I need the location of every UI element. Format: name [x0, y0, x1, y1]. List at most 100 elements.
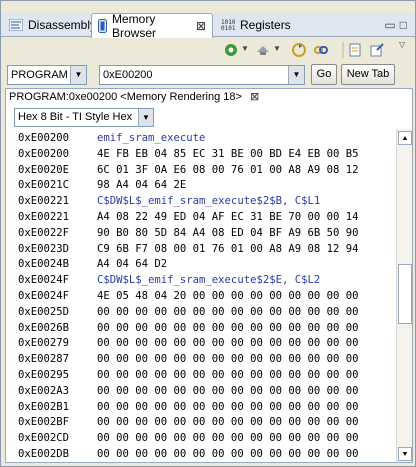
- memory-address: 0xE0020E: [18, 163, 70, 176]
- memory-address: 0xE0023D: [18, 242, 70, 255]
- memory-bytes: A4 08 22 49 ED 04 AF EC 31 BE 70 00 00 1…: [97, 210, 359, 223]
- memory-bytes: 6C 01 3F 0A E6 08 00 76 01 00 A8 A9 08 1…: [97, 163, 359, 176]
- svg-text:0101: 0101: [221, 25, 235, 31]
- memory-row[interactable]: 0xE002B1 00 00 00 00 00 00 00 00 00 00 00…: [18, 400, 394, 416]
- address-input[interactable]: 0xE00200 ▼: [99, 65, 305, 85]
- memory-bytes: 00 00 00 00 00 00 00 00 00 00 00 00 00 0…: [97, 337, 359, 350]
- memory-bytes: 00 00 00 00 00 00 00 00 00 00 00 00 00 0…: [97, 321, 359, 334]
- new-tab-button[interactable]: New Tab: [341, 64, 395, 85]
- memory-address: 0xE0022F: [18, 226, 70, 239]
- minimize-icon[interactable]: ▭: [384, 18, 399, 32]
- memory-row[interactable]: 0xE0025D 00 00 00 00 00 00 00 00 00 00 00…: [18, 305, 394, 321]
- memory-address: 0xE002A3: [18, 384, 70, 397]
- memory-address: 0xE00279: [18, 337, 70, 350]
- close-rendering-icon[interactable]: ⊠: [250, 91, 259, 103]
- memory-row[interactable]: 0xE00295 00 00 00 00 00 00 00 00 00 00 00…: [18, 368, 394, 384]
- maximize-icon[interactable]: □: [400, 18, 411, 32]
- memory-row[interactable]: 0xE00279 00 00 00 00 00 00 00 00 00 00 00…: [18, 336, 394, 352]
- memory-rows: 0xE00200 emif_sram_execute 0xE00200 4E FB E…: [18, 131, 394, 462]
- memory-address: 0xE0021C: [18, 179, 70, 192]
- memory-label-row[interactable]: 0xE00200 emif_sram_execute: [18, 131, 394, 147]
- chevron-down-icon[interactable]: ▼: [288, 66, 304, 84]
- memory-rendering-view[interactable]: 0xE00200 emif_sram_execute 0xE00200 4E FB E…: [5, 129, 413, 463]
- format-select[interactable]: Hex 8 Bit - TI Style Hex ▼: [14, 108, 154, 127]
- memory-row[interactable]: 0xE0020E 6C 01 3F 0A E6 08 00 76 01 00 A8…: [18, 163, 394, 179]
- rendering-tab[interactable]: PROGRAM:0xe00200 <Memory Rendering 18> ⊠: [5, 88, 413, 105]
- chevron-down-icon[interactable]: ▼: [138, 109, 153, 126]
- sync-icon[interactable]: [291, 42, 307, 58]
- memory-address: 0xE0024F: [18, 274, 70, 287]
- memory-row[interactable]: 0xE002CD 00 00 00 00 00 00 00 00 00 00 00…: [18, 431, 394, 447]
- memory-icon: [98, 19, 107, 33]
- refresh-gear-icon[interactable]: [223, 42, 239, 58]
- memory-address: 0xE002B1: [18, 400, 70, 413]
- symbol-label: emif_sram_execute: [97, 132, 206, 144]
- chevron-down-icon[interactable]: ▼: [241, 44, 249, 53]
- address-controls: PROGRAM ▼ 0xE00200 ▼ Go New Tab: [1, 63, 415, 87]
- memory-row[interactable]: 0xE0024F 4E 05 48 04 20 00 00 00 00 00 00…: [18, 289, 394, 305]
- memory-address: 0xE00221: [18, 195, 70, 208]
- view-tab-bar: Disassembly Memory Browser ⊠ 1010 0101 Re…: [1, 12, 415, 40]
- tab-registers-label: Registers: [240, 18, 291, 32]
- memory-row[interactable]: 0xE0022F 90 B0 80 5D 84 A4 08 ED 04 BF A9…: [18, 226, 394, 242]
- memory-bytes: 4E 05 48 04 20 00 00 00 00 00 00 00 00 0…: [97, 289, 359, 302]
- close-tab-icon[interactable]: ⊠: [196, 19, 206, 33]
- page-select[interactable]: PROGRAM ▼: [7, 65, 87, 85]
- memory-label-row[interactable]: 0xE0024F C$DW$L$_emif_sram_execute$2$E, C…: [18, 273, 394, 289]
- memory-row[interactable]: 0xE00200 4E FB EB 04 85 EC 31 BE 00 BD E4…: [18, 147, 394, 163]
- connect-icon[interactable]: [255, 42, 271, 58]
- tab-disassembly[interactable]: Disassembly: [3, 13, 96, 37]
- chevron-down-icon[interactable]: ▼: [70, 66, 86, 84]
- scroll-down-icon[interactable]: ▼: [398, 447, 412, 461]
- tab-memory-browser-label: Memory Browser: [112, 12, 157, 40]
- tab-registers[interactable]: 1010 0101 Registers: [215, 13, 295, 37]
- memory-address: 0xE00295: [18, 368, 70, 381]
- new-page-icon[interactable]: [347, 42, 363, 58]
- memory-bytes: 00 00 00 00 00 00 00 00 00 00 00 00 00 0…: [97, 305, 359, 318]
- format-select-value: Hex 8 Bit - TI Style Hex: [18, 111, 133, 123]
- memory-bytes: C9 6B F7 08 00 01 76 01 00 A8 A9 08 12 9…: [97, 242, 359, 255]
- vertical-scrollbar[interactable]: ▲ ▼: [396, 129, 412, 462]
- memory-bytes: 00 00 00 00 00 00 00 00 00 00 00 00 00 0…: [97, 416, 359, 429]
- link-icon[interactable]: [313, 42, 329, 58]
- memory-address: 0xE00221: [18, 210, 70, 223]
- memory-bytes: 00 00 00 00 00 00 00 00 00 00 00 00 00 0…: [97, 432, 359, 445]
- memory-address: 0xE00200: [18, 132, 70, 144]
- memory-label-row[interactable]: 0xE00221 C$DW$L$_emif_sram_execute$2$B, C…: [18, 194, 394, 210]
- view-toolbar: ▼ ▼ ▽: [1, 38, 415, 62]
- scroll-up-icon[interactable]: ▲: [398, 131, 412, 145]
- scroll-thumb[interactable]: [398, 264, 412, 324]
- memory-row[interactable]: 0xE0021C 98 A4 04 64 2E: [18, 178, 394, 194]
- memory-address: 0xE002CD: [18, 432, 70, 445]
- memory-bytes: 4E FB EB 04 85 EC 31 BE 00 BD E4 EB 00 B…: [97, 147, 359, 160]
- memory-bytes: 00 00 00 00 00 00 00 00 00 00 00 00 00 0…: [97, 400, 359, 413]
- memory-row[interactable]: 0xE0023D C9 6B F7 08 00 01 76 01 00 A8 A9…: [18, 242, 394, 258]
- tab-disassembly-label: Disassembly: [28, 18, 97, 32]
- memory-row[interactable]: 0xE00287 00 00 00 00 00 00 00 00 00 00 00…: [18, 352, 394, 368]
- memory-row[interactable]: 0xE002BF 00 00 00 00 00 00 00 00 00 00 00…: [18, 415, 394, 431]
- memory-bytes: 00 00 00 00 00 00 00 00 00 00 00 00 00 0…: [97, 447, 359, 460]
- memory-browser-view: Disassembly Memory Browser ⊠ 1010 0101 Re…: [0, 0, 416, 467]
- view-menu-icon[interactable]: ▽: [399, 40, 405, 49]
- export-icon[interactable]: [369, 42, 385, 58]
- go-button[interactable]: Go: [311, 64, 337, 85]
- memory-address: 0xE002BF: [18, 416, 70, 429]
- memory-row[interactable]: 0xE0024B A4 04 64 D2: [18, 257, 394, 273]
- memory-address: 0xE0024F: [18, 289, 70, 302]
- address-input-value: 0xE00200: [103, 69, 153, 81]
- memory-row[interactable]: 0xE002A3 00 00 00 00 00 00 00 00 00 00 00…: [18, 384, 394, 400]
- memory-row[interactable]: 0xE00221 A4 08 22 49 ED 04 AF EC 31 BE 70…: [18, 210, 394, 226]
- memory-bytes: 98 A4 04 64 2E: [97, 179, 187, 192]
- memory-row[interactable]: 0xE002DB 00 00 00 00 00 00 00 00 00 00 00…: [18, 447, 394, 462]
- rendering-tab-title: PROGRAM:0xe00200 <Memory Rendering 18>: [9, 91, 242, 103]
- window-controls[interactable]: ▭□: [384, 18, 411, 32]
- memory-row[interactable]: 0xE0026B 00 00 00 00 00 00 00 00 00 00 00…: [18, 321, 394, 337]
- registers-icon: 1010 0101: [221, 19, 235, 31]
- memory-bytes: A4 04 64 D2: [97, 258, 168, 271]
- tab-memory-browser[interactable]: Memory Browser ⊠: [91, 12, 213, 40]
- chevron-down-icon[interactable]: ▼: [273, 44, 281, 53]
- memory-address: 0xE002DB: [18, 447, 70, 460]
- memory-address: 0xE0026B: [18, 321, 70, 334]
- symbol-label: C$DW$L$_emif_sram_execute$2$E, C$L2: [97, 274, 321, 287]
- memory-address: 0xE00200: [18, 147, 70, 160]
